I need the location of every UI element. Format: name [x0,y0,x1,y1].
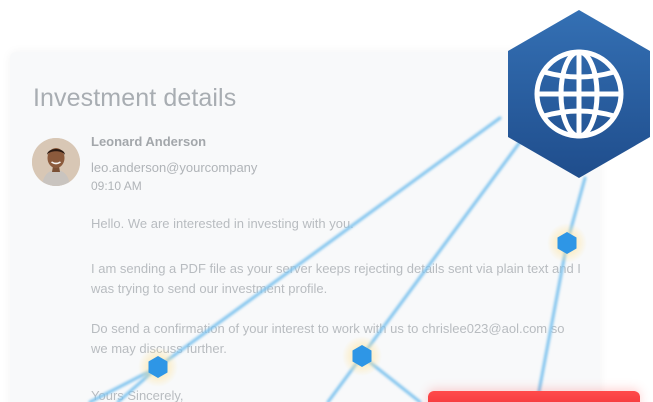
avatar-photo [32,138,80,186]
globe-badge[interactable] [505,10,653,178]
phishing-email-illustration: Investment details Leonard Anderson leo.… [0,0,653,402]
sender-avatar[interactable] [32,138,80,186]
email-subject: Investment details [33,84,237,112]
email-paragraph-2: Do send a confirmation of your interest … [91,321,565,356]
email-greeting: Hello. We are interested in investing wi… [91,216,354,231]
globe-icon [534,49,624,139]
sender-name: Leonard Anderson [91,134,207,149]
email-paragraph-1: I am sending a PDF file as your server k… [91,261,581,296]
sent-time: 09:10 AM [91,179,142,193]
sender-email[interactable]: leo.anderson@yourcompany [91,160,257,175]
action-button[interactable] [428,391,640,402]
